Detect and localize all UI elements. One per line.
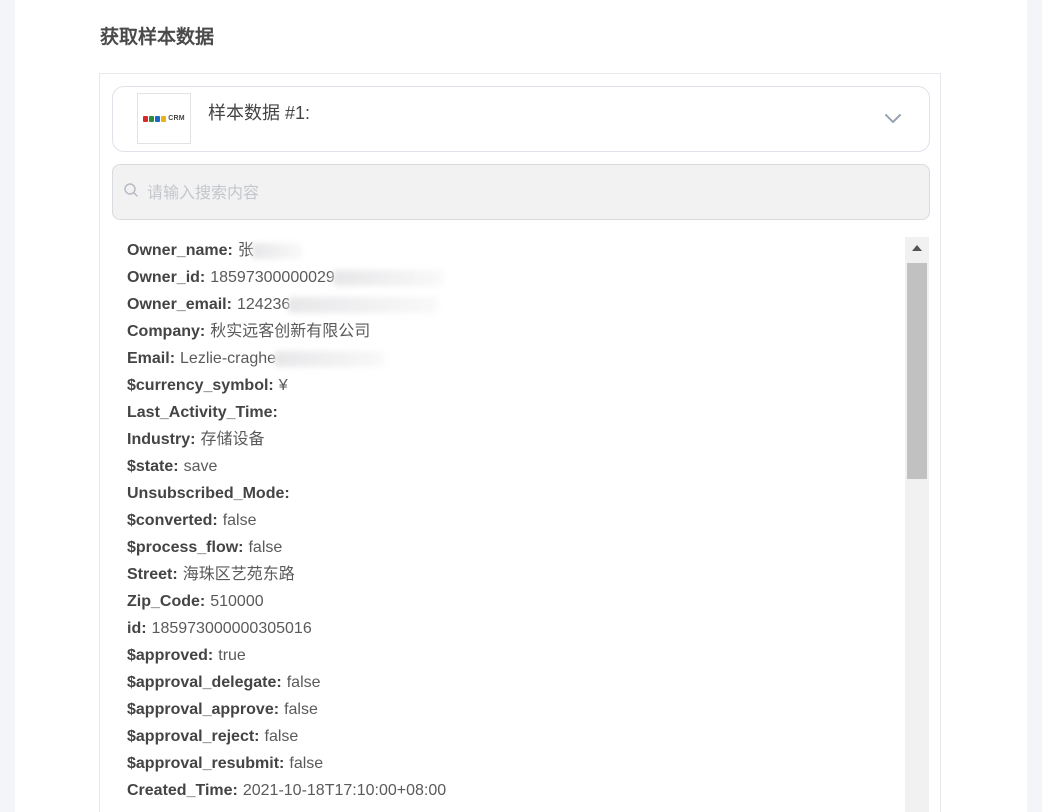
search-input[interactable] bbox=[145, 179, 909, 209]
field-key: $converted: bbox=[127, 512, 218, 529]
field-key: Industry: bbox=[127, 431, 196, 448]
field-row: Last_Activity_Time: bbox=[127, 399, 887, 426]
field-value: false bbox=[286, 674, 321, 691]
field-key: Zip_Code: bbox=[127, 593, 206, 610]
field-value: 510000 bbox=[210, 593, 264, 610]
field-row: $state: save bbox=[127, 453, 887, 480]
field-value: 秋实远客创新有限公司 bbox=[210, 323, 371, 340]
field-value: 海珠区艺苑东路 bbox=[182, 566, 295, 583]
field-value: 18597300000029 bbox=[210, 269, 335, 286]
field-row: $approved: true bbox=[127, 642, 887, 669]
field-key: Owner_email: bbox=[127, 296, 232, 313]
field-key: $state: bbox=[127, 458, 179, 475]
field-value: 存储设备 bbox=[200, 431, 265, 448]
crm-logo: CRM bbox=[137, 93, 191, 144]
field-row: Owner_id: 18597300000029 bbox=[127, 264, 887, 291]
field-row: $approval_resubmit: false bbox=[127, 750, 887, 777]
search-box[interactable] bbox=[112, 164, 930, 220]
field-row: $process_flow: false bbox=[127, 534, 887, 561]
field-key: Email: bbox=[127, 350, 176, 367]
sample-data-dropdown[interactable]: CRM 样本数据 #1: bbox=[112, 86, 930, 152]
logo-square-red bbox=[143, 115, 149, 122]
field-row: $converted: false bbox=[127, 507, 887, 534]
field-key: Created_Time: bbox=[127, 782, 238, 799]
field-row: Industry: 存储设备 bbox=[127, 426, 887, 453]
field-row: Email: Lezlie-craghe bbox=[127, 345, 887, 372]
logo-mark bbox=[143, 115, 167, 122]
field-row: Unsubscribed_Mode: bbox=[127, 480, 887, 507]
field-row: $approval_delegate: false bbox=[127, 669, 887, 696]
logo-square-blue bbox=[155, 115, 161, 122]
field-row: Street: 海珠区艺苑东路 bbox=[127, 561, 887, 588]
scroll-up-arrow-icon[interactable] bbox=[905, 237, 929, 261]
field-key: $approved: bbox=[127, 647, 214, 664]
sample-title: 样本数据 #1: bbox=[208, 103, 311, 123]
chevron-down-icon[interactable] bbox=[883, 111, 903, 125]
field-row: id: 185973000000305016 bbox=[127, 615, 887, 642]
field-value: true bbox=[218, 647, 246, 664]
redaction-mask bbox=[274, 350, 385, 367]
sample-fields-list[interactable]: Owner_name: 张 Owner_id: 18597300000029 Owner… bbox=[112, 237, 930, 812]
field-key: $currency_symbol: bbox=[127, 377, 274, 394]
field-key: $approval_delegate: bbox=[127, 674, 282, 691]
field-value: 2021-10-18T17:10:00+08:00 bbox=[242, 782, 447, 799]
field-key: id: bbox=[127, 620, 147, 637]
field-key: $approval_approve: bbox=[127, 701, 280, 718]
scrollbar-thumb[interactable] bbox=[907, 263, 927, 479]
page: 获取样本数据 CRM 样本数据 #1: 请输入搜索内容 Owner_name: … bbox=[15, 0, 1027, 812]
field-value: false bbox=[289, 755, 324, 772]
field-row: $currency_symbol: ¥ bbox=[127, 372, 887, 399]
field-key: Last_Activity_Time: bbox=[127, 404, 278, 421]
field-value: false bbox=[264, 728, 299, 745]
field-key: Street: bbox=[127, 566, 178, 583]
field-row: Zip_Code: 510000 bbox=[127, 588, 887, 615]
field-key: $approval_resubmit: bbox=[127, 755, 285, 772]
redaction-mask bbox=[332, 269, 443, 286]
field-key: $approval_reject: bbox=[127, 728, 260, 745]
redaction-mask bbox=[251, 242, 302, 259]
field-value: Lezlie-craghe bbox=[180, 350, 277, 367]
field-value: 185973000000305016 bbox=[151, 620, 312, 637]
field-row: Owner_name: 张 bbox=[127, 237, 887, 264]
field-key: Unsubscribed_Mode: bbox=[127, 485, 290, 502]
sample-data-panel: CRM 样本数据 #1: Owner_name:张Owner_id:185973… bbox=[99, 73, 941, 812]
field-value: save bbox=[183, 458, 218, 475]
field-value: 124236 bbox=[236, 296, 291, 313]
field-row: Owner_email: 124236 bbox=[127, 291, 887, 318]
field-key: Company: bbox=[127, 323, 206, 340]
logo-text: CRM bbox=[168, 115, 185, 122]
logo-square-yellow bbox=[161, 115, 167, 122]
redaction-mask bbox=[288, 296, 439, 313]
search-icon bbox=[124, 183, 138, 197]
field-row: Company: 秋实远客创新有限公司 bbox=[127, 318, 887, 345]
field-row: Created_Time: 2021-10-18T17:10:00+08:00 bbox=[127, 777, 887, 804]
field-value: false bbox=[222, 512, 257, 529]
field-value: false bbox=[248, 539, 283, 556]
section-title: 获取样本数据 bbox=[100, 27, 215, 48]
field-key: $process_flow: bbox=[127, 539, 244, 556]
field-value: ¥ bbox=[278, 377, 288, 394]
fields-container: Owner_name: 张 Owner_id: 18597300000029 Owner… bbox=[127, 237, 887, 804]
field-key: Owner_id: bbox=[127, 269, 206, 286]
field-row: $approval_approve: false bbox=[127, 696, 887, 723]
field-key: Owner_name: bbox=[127, 242, 233, 259]
field-value: false bbox=[284, 701, 318, 718]
logo-square-green bbox=[149, 115, 155, 122]
vertical-scrollbar[interactable] bbox=[905, 237, 929, 812]
field-row: $approval_reject: false bbox=[127, 723, 887, 750]
